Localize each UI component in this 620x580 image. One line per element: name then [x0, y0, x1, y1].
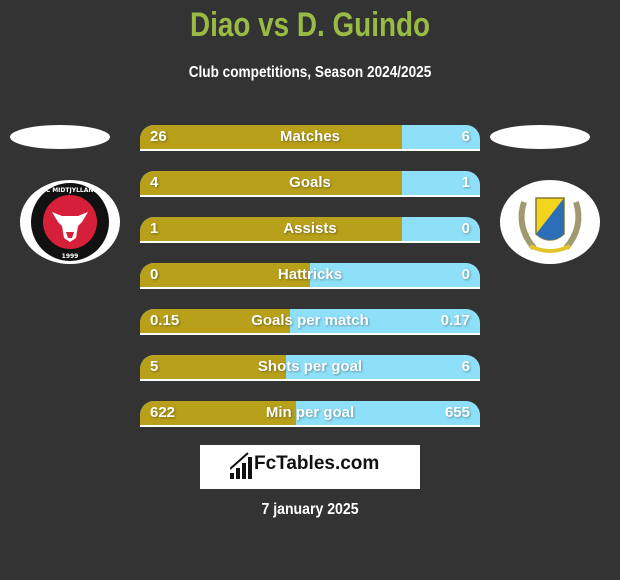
- stat-row: 1 Assists 0: [140, 217, 480, 243]
- right-value: 1: [461, 174, 470, 191]
- fc-midtjylland-crest-icon: FC MIDTJYLLAND 1999: [31, 183, 109, 261]
- right-team-logo[interactable]: [500, 180, 600, 264]
- right-value: 6: [461, 358, 470, 375]
- stat-label: Min per goal: [265, 404, 355, 421]
- stat-row: 0.15 Goals per match 0.17: [140, 309, 480, 335]
- right-value: 0.17: [440, 312, 470, 329]
- stat-row: 4 Goals 1: [140, 171, 480, 197]
- season-subtitle: Club competitions, Season 2024/2025: [188, 64, 432, 81]
- brand-name: FcTables.com: [254, 453, 380, 474]
- stat-row: 0 Hattricks 0: [140, 263, 480, 289]
- stat-label: Matches: [279, 128, 341, 145]
- stat-label: Hattricks: [277, 266, 343, 283]
- stat-label: Goals per match: [251, 312, 369, 329]
- right-value: 0: [461, 220, 470, 237]
- stat-row: 5 Shots per goal 6: [140, 355, 480, 381]
- right-player-oval: [490, 125, 590, 149]
- svg-text:FC MIDTJYLLAND: FC MIDTJYLLAND: [42, 187, 99, 194]
- stat-label: Assists: [283, 220, 337, 237]
- left-team-logo[interactable]: FC MIDTJYLLAND 1999: [20, 180, 120, 264]
- stat-label: Goals: [289, 174, 331, 191]
- date-label: 7 january 2025: [261, 501, 359, 518]
- page-title: Diao vs D. Guindo: [189, 6, 431, 44]
- fctables-logo[interactable]: FcTables.com: [200, 445, 420, 489]
- stat-row: 622 Min per goal 655: [140, 401, 480, 427]
- right-value: 6: [461, 128, 470, 145]
- right-value: 0: [461, 266, 470, 283]
- laurel-shield-crest-icon: [518, 197, 582, 253]
- right-value: 655: [444, 404, 470, 421]
- stat-label: Shots per goal: [257, 358, 363, 375]
- left-player-oval: [10, 125, 110, 149]
- stat-row: 26 Matches 6: [140, 125, 480, 151]
- svg-text:1999: 1999: [62, 253, 79, 260]
- bar-chart-icon: [230, 452, 252, 479]
